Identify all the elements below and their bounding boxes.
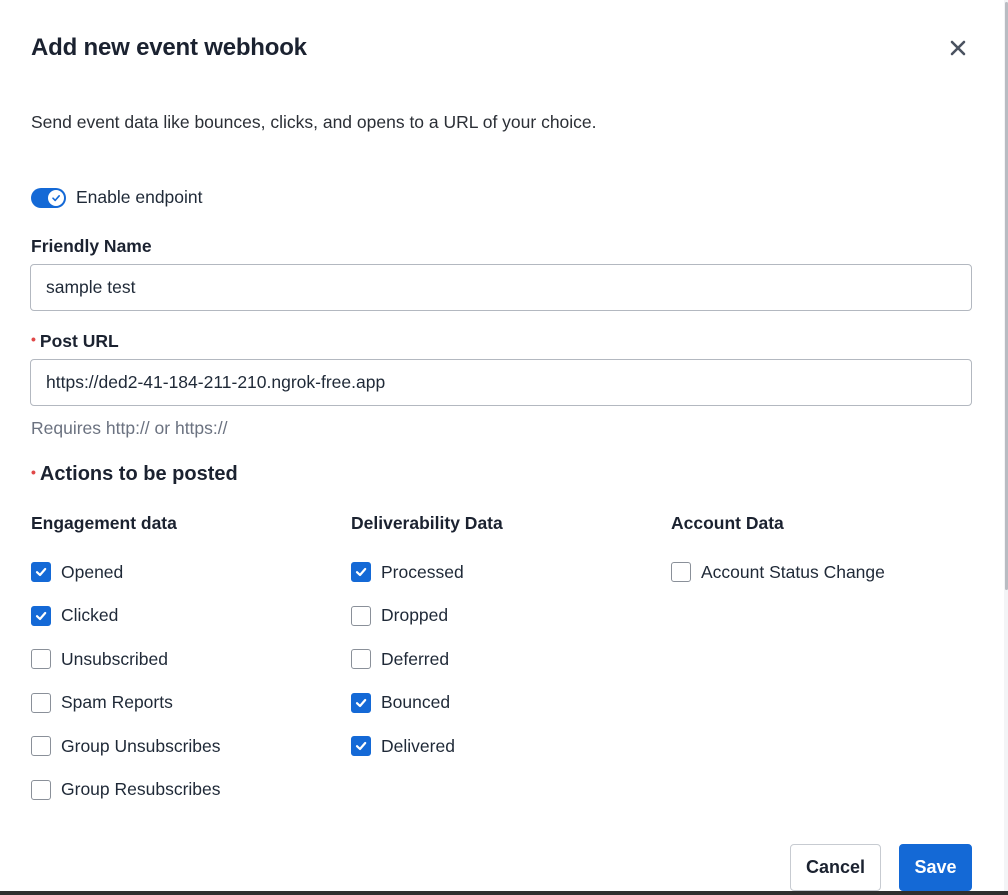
checkbox-label: Unsubscribed: [61, 648, 168, 669]
checkbox-box[interactable]: [351, 692, 371, 713]
checkbox-label: Opened: [61, 561, 124, 582]
account-column: Account Data Account Status Change: [671, 513, 885, 582]
checkbox-unsubscribed[interactable]: Unsubscribed: [31, 648, 168, 670]
checkbox-box[interactable]: [351, 562, 371, 582]
checkbox-group-unsubscribes[interactable]: Group Unsubscribes: [31, 735, 221, 757]
friendly-name-input[interactable]: [30, 264, 972, 311]
actions-title-row: • Actions to be posted: [31, 463, 238, 486]
required-marker: •: [31, 464, 36, 480]
window-bottom-edge: [0, 891, 1008, 895]
checkbox-box[interactable]: [31, 649, 51, 669]
required-marker: •: [31, 331, 36, 347]
check-icon: [355, 698, 367, 707]
engagement-column: Engagement data Opened Clicked Unsubscribe…: [31, 513, 221, 800]
checkbox-label: Bounced: [381, 692, 451, 712]
cancel-button[interactable]: Cancel: [790, 844, 881, 891]
close-icon: [950, 40, 966, 56]
modal-description: Send event data like bounces, clicks, an…: [31, 112, 597, 132]
checkbox-account-status-change[interactable]: Account Status Change: [671, 561, 885, 583]
actions-title: Actions to be posted: [39, 463, 238, 485]
post-url-hint: Requires http:// or https://: [31, 418, 228, 438]
check-icon: [52, 194, 60, 201]
check-icon: [355, 567, 367, 577]
checkbox-group-resubscribes[interactable]: Group Resubscribes: [31, 779, 221, 801]
modal-title: Add new event webhook: [31, 34, 307, 61]
post-url-label: Post URL: [39, 331, 119, 351]
save-button[interactable]: Save: [899, 844, 972, 891]
deliverability-column: Deliverability Data Processed Dropped Defe…: [351, 513, 503, 756]
checkbox-label: Processed: [381, 561, 464, 582]
checkbox-box[interactable]: [351, 649, 371, 669]
checkbox-box[interactable]: [31, 736, 51, 756]
checkbox-label: Group Resubscribes: [61, 779, 221, 799]
webhook-modal: Add new event webhook Send event data li…: [0, 0, 1004, 891]
checkbox-spam-reports[interactable]: Spam Reports: [31, 692, 173, 714]
friendly-name-label: Friendly Name: [31, 236, 152, 256]
checkbox-box[interactable]: [31, 562, 51, 582]
check-icon: [355, 741, 367, 751]
account-heading: Account Data: [671, 513, 784, 533]
checkbox-box[interactable]: [31, 692, 51, 713]
checkbox-label: Clicked: [61, 605, 119, 625]
checkbox-deferred[interactable]: Deferred: [351, 648, 449, 670]
enable-endpoint-row: Enable endpoint: [31, 187, 203, 208]
enable-endpoint-toggle[interactable]: [31, 187, 66, 208]
check-icon: [35, 567, 47, 577]
checkbox-label: Dropped: [381, 605, 449, 625]
checkbox-label: Group Unsubscribes: [61, 735, 221, 756]
checkbox-delivered[interactable]: Delivered: [351, 735, 455, 757]
enable-endpoint-label: Enable endpoint: [76, 187, 203, 207]
post-url-label-row: • Post URL: [31, 331, 119, 352]
checkbox-label: Delivered: [381, 735, 455, 756]
checkbox-box[interactable]: [351, 736, 371, 756]
close-button[interactable]: [946, 36, 970, 60]
deliverability-heading: Deliverability Data: [351, 513, 503, 533]
checkbox-opened[interactable]: Opened: [31, 561, 123, 583]
checkbox-label: Spam Reports: [61, 692, 173, 712]
checkbox-box[interactable]: [31, 605, 51, 626]
checkbox-box[interactable]: [671, 562, 691, 582]
toggle-knob: [48, 189, 64, 206]
checkbox-bounced[interactable]: Bounced: [351, 692, 450, 714]
check-icon: [35, 611, 47, 620]
checkbox-processed[interactable]: Processed: [351, 561, 464, 583]
post-url-input[interactable]: [30, 359, 972, 406]
checkbox-dropped[interactable]: Dropped: [351, 605, 448, 627]
checkbox-box[interactable]: [351, 605, 371, 626]
engagement-heading: Engagement data: [31, 513, 177, 533]
scrollbar-track[interactable]: [1004, 0, 1008, 891]
checkbox-label: Deferred: [381, 648, 450, 669]
checkbox-clicked[interactable]: Clicked: [31, 605, 118, 627]
checkbox-label: Account Status Change: [701, 561, 885, 582]
checkbox-box[interactable]: [31, 779, 51, 800]
